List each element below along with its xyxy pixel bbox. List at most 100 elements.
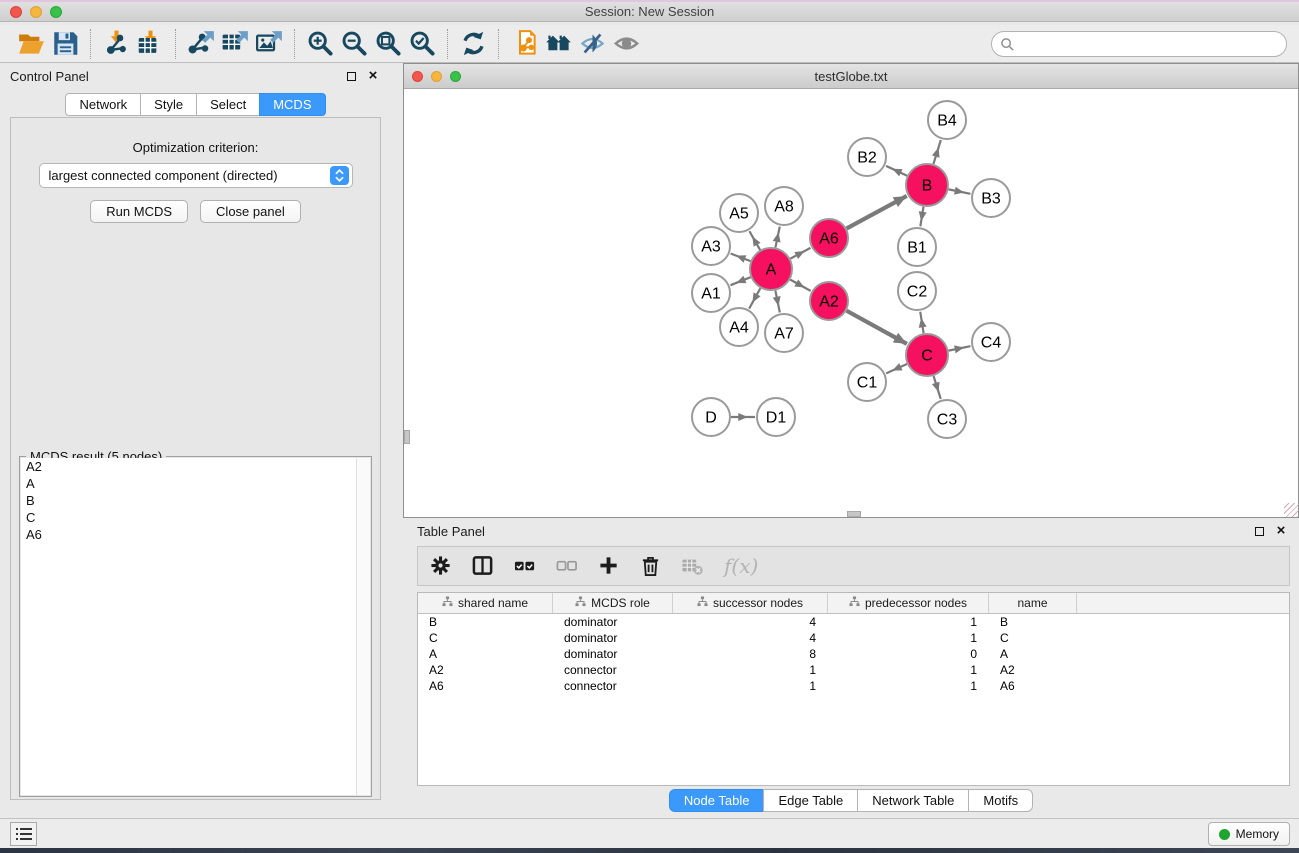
tab-motifs[interactable]: Motifs	[968, 789, 1033, 812]
tab-mcds[interactable]: MCDS	[259, 93, 325, 116]
cell-successor-nodes: 1	[673, 662, 828, 678]
export-image-icon[interactable]	[252, 29, 286, 59]
cell-shared-name: C	[418, 630, 553, 646]
titlebar: Session: New Session	[0, 0, 1299, 22]
cell-successor-nodes: 4	[673, 630, 828, 646]
toolbar-separator	[175, 29, 176, 59]
cell-MCDS-role: connector	[553, 662, 673, 678]
toolbar-separator	[90, 29, 91, 59]
result-list-item[interactable]: A2	[21, 458, 370, 475]
delete-table-icon[interactable]	[682, 555, 704, 577]
apply-layout-icon[interactable]	[456, 29, 490, 59]
zoom-window-button[interactable]	[50, 6, 62, 18]
task-history-button[interactable]	[10, 822, 37, 846]
column-view-icon[interactable]	[472, 555, 494, 577]
float-panel-icon[interactable]	[343, 68, 359, 84]
close-panel-button[interactable]: Close panel	[200, 200, 301, 223]
tab-node-table[interactable]: Node Table	[669, 789, 765, 812]
result-list-item[interactable]: A6	[21, 526, 370, 543]
mcds-result-list[interactable]: A2ABCA6	[21, 458, 370, 795]
edge-arrowhead	[738, 413, 748, 421]
edge-arrowhead	[773, 232, 781, 242]
memory-button[interactable]: Memory	[1208, 822, 1290, 846]
select-chevrons-icon	[330, 166, 349, 185]
column-header-successor-nodes[interactable]: successor nodes	[673, 593, 828, 613]
node-label-C3: C3	[937, 412, 958, 429]
attribute-icon	[849, 596, 860, 610]
close-panel-icon[interactable]: ×	[365, 68, 381, 84]
zoom-out-icon[interactable]	[337, 29, 371, 59]
close-window-button[interactable]	[10, 6, 22, 18]
node-label-D1: D1	[766, 410, 787, 427]
column-header-shared-name[interactable]: shared name	[418, 593, 553, 613]
column-header-predecessor-nodes[interactable]: predecessor nodes	[828, 593, 989, 613]
result-list-item[interactable]: A	[21, 475, 370, 492]
table-row[interactable]: Adominator80A	[418, 646, 1289, 662]
select-all-icon[interactable]	[514, 555, 536, 577]
cell-name: A6	[989, 678, 1077, 694]
result-scrollbar[interactable]	[356, 458, 370, 795]
unselect-all-icon[interactable]	[556, 555, 578, 577]
control-panel-tabs: NetworkStyleSelectMCDS	[0, 93, 391, 116]
export-network-icon[interactable]	[184, 29, 218, 59]
tab-edge-table[interactable]: Edge Table	[763, 789, 858, 812]
cell-MCDS-role: dominator	[553, 614, 673, 630]
network-minimize-button[interactable]	[431, 71, 442, 82]
result-list-item[interactable]: C	[21, 509, 370, 526]
home-icon[interactable]	[541, 29, 575, 59]
table-row[interactable]: A6connector11A6	[418, 678, 1289, 694]
column-header-name[interactable]: name	[989, 593, 1077, 613]
run-mcds-button[interactable]: Run MCDS	[90, 200, 188, 223]
node-label-A7: A7	[774, 326, 794, 343]
table-close-panel-icon[interactable]: ×	[1273, 523, 1289, 539]
horizontal-scroll-nub[interactable]	[847, 511, 861, 517]
attribute-icon	[697, 596, 708, 610]
network-close-button[interactable]	[412, 71, 423, 82]
open-session-icon[interactable]	[14, 29, 48, 59]
edge-arrowhead	[736, 276, 746, 283]
tab-select[interactable]: Select	[196, 93, 260, 116]
import-table-icon[interactable]	[133, 29, 167, 59]
tab-network-table[interactable]: Network Table	[857, 789, 969, 812]
new-network-icon[interactable]	[507, 29, 541, 59]
search-input[interactable]	[991, 31, 1287, 57]
export-table-icon[interactable]	[218, 29, 252, 59]
hide-panel-icon[interactable]	[575, 29, 609, 59]
tab-style[interactable]: Style	[140, 93, 197, 116]
table-float-panel-icon[interactable]	[1251, 523, 1267, 539]
toolbar-separator	[498, 29, 499, 59]
column-header-MCDS-role[interactable]: MCDS role	[553, 593, 673, 613]
zoom-in-icon[interactable]	[303, 29, 337, 59]
result-list-item[interactable]: B	[21, 492, 370, 509]
gear-icon[interactable]	[430, 555, 452, 577]
node-label-B4: B4	[937, 113, 957, 130]
import-network-icon[interactable]	[99, 29, 133, 59]
node-label-A4: A4	[729, 320, 749, 337]
table-row[interactable]: A2connector11A2	[418, 662, 1289, 678]
table-row[interactable]: Bdominator41B	[418, 614, 1289, 630]
network-window-titlebar[interactable]: testGlobe.txt	[404, 64, 1298, 89]
zoom-fit-icon[interactable]	[371, 29, 405, 59]
resize-grip[interactable]	[1284, 503, 1298, 517]
table-row[interactable]: Cdominator41C	[418, 630, 1289, 646]
show-panel-icon[interactable]	[609, 29, 643, 59]
minimize-window-button[interactable]	[30, 6, 42, 18]
node-label-D: D	[705, 410, 717, 427]
vertical-scroll-nub[interactable]	[404, 430, 410, 444]
network-zoom-button[interactable]	[450, 71, 461, 82]
zoom-selected-icon[interactable]	[405, 29, 439, 59]
function-builder-icon[interactable]: f(x)	[724, 554, 758, 578]
criterion-select[interactable]: largest connected component (directed)	[39, 163, 353, 188]
save-session-icon[interactable]	[48, 29, 82, 59]
edge-arrowhead	[954, 187, 964, 195]
node-label-B2: B2	[857, 150, 877, 167]
network-view-window: testGlobe.txt B4B2BB3A8A5A6A3B1AA1C2A2A4…	[403, 63, 1299, 518]
cell-MCDS-role: connector	[553, 678, 673, 694]
network-canvas[interactable]: B4B2BB3A8A5A6A3B1AA1C2A2A4A7C4CC1C3DD1	[404, 89, 1298, 517]
add-column-icon[interactable]	[598, 555, 620, 577]
node-table[interactable]: shared nameMCDS rolesuccessor nodesprede…	[417, 592, 1290, 786]
cell-name: C	[989, 630, 1077, 646]
delete-column-icon[interactable]	[640, 555, 662, 577]
tab-network[interactable]: Network	[65, 93, 141, 116]
node-label-C: C	[921, 348, 933, 365]
